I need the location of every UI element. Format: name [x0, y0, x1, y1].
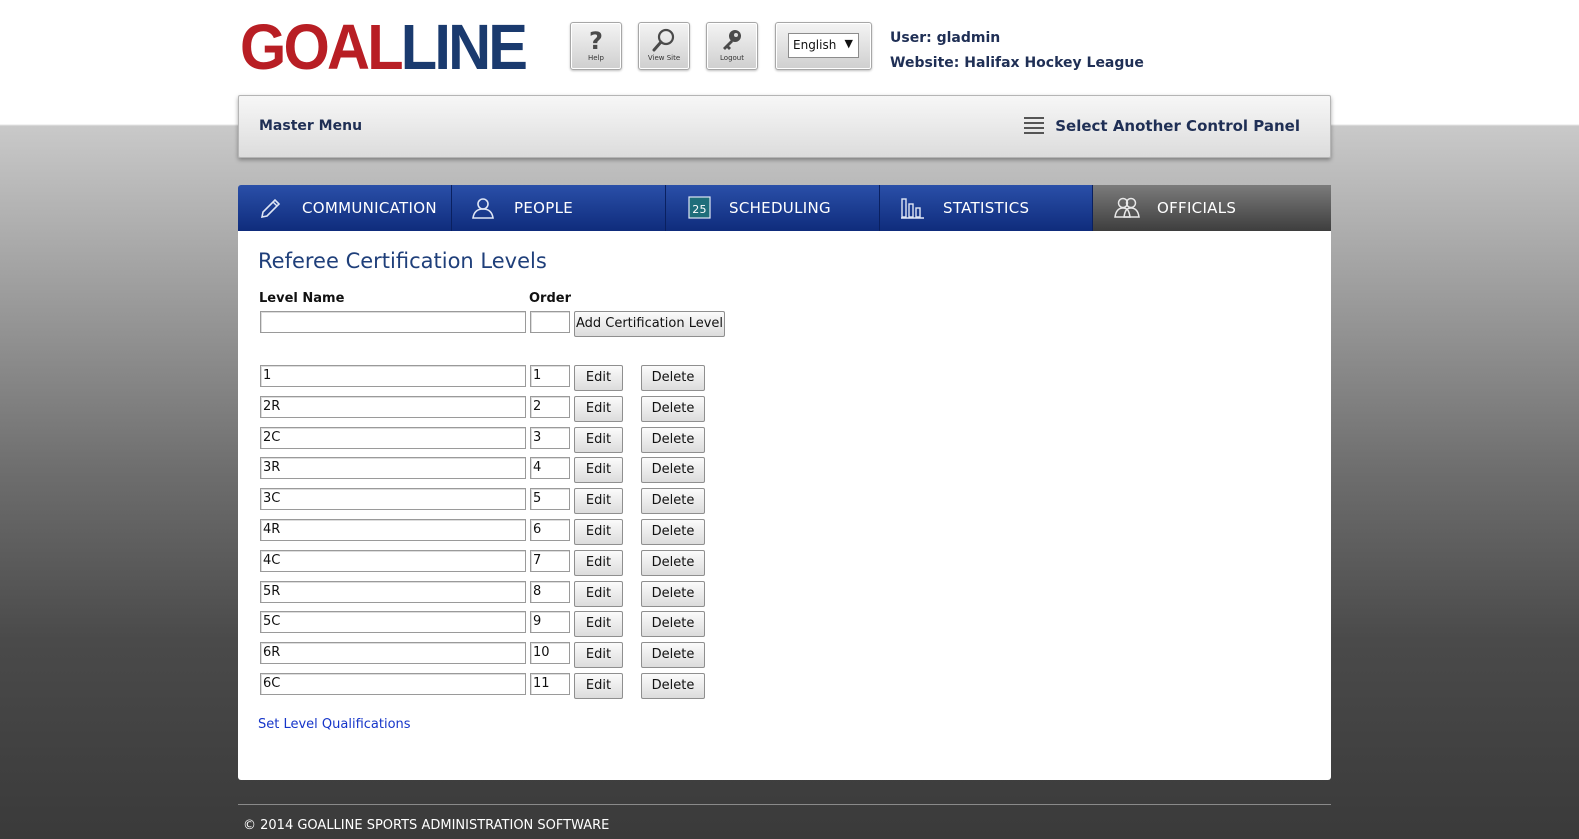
language-box: English ▼	[775, 22, 872, 70]
set-level-qualifications-link[interactable]: Set Level Qualifications	[258, 717, 411, 732]
add-certification-level-button[interactable]: Add Certification Level	[574, 311, 725, 337]
delete-button[interactable]: Delete	[641, 611, 705, 638]
logo-goal-text: GOAL	[240, 11, 404, 83]
level-order-input[interactable]: 7	[530, 549, 570, 572]
view-site-label: View Site	[647, 54, 681, 62]
edit-button[interactable]: Edit	[574, 611, 623, 638]
delete-button[interactable]: Delete	[641, 519, 705, 545]
level-name-input[interactable]: 6R	[260, 642, 526, 665]
delete-button[interactable]: Delete	[641, 642, 705, 669]
delete-button[interactable]: Delete	[641, 580, 705, 607]
level-order-input[interactable]: 10	[530, 642, 570, 665]
tab-statistics-label: STATISTICS	[943, 199, 1030, 217]
logout-label: Logout	[720, 54, 744, 62]
edit-button[interactable]: Edit	[574, 457, 623, 484]
level-order-input[interactable]: 4	[530, 457, 570, 480]
bar-chart-icon	[900, 195, 926, 221]
edit-button[interactable]: Edit	[574, 395, 623, 422]
calendar-icon: 25	[687, 195, 713, 221]
delete-button[interactable]: Delete	[641, 457, 705, 484]
footer-copyright: © 2014 GOALLINE SPORTS ADMINISTRATION SO…	[243, 818, 610, 833]
edit-button[interactable]: Edit	[574, 642, 623, 669]
new-order-input[interactable]	[530, 311, 570, 333]
delete-button[interactable]: Delete	[641, 395, 705, 422]
tab-people-label: PEOPLE	[514, 199, 574, 217]
edit-button[interactable]: Edit	[574, 519, 623, 545]
person-icon	[470, 195, 496, 221]
tab-statistics[interactable]: STATISTICS	[880, 185, 1093, 231]
menu-lines-icon	[1024, 117, 1045, 135]
key-icon	[707, 23, 757, 54]
select-control-panel-button[interactable]: Select Another Control Panel	[1024, 117, 1300, 135]
edit-button[interactable]: Edit	[574, 426, 623, 453]
master-menu-bar: Master Menu Select Another Control Panel	[238, 95, 1331, 158]
level-name-input[interactable]: 1	[260, 365, 526, 387]
level-name-input[interactable]: 6C	[260, 673, 526, 695]
edit-button[interactable]: Edit	[574, 549, 623, 576]
level-order-input[interactable]: 3	[530, 426, 570, 449]
delete-button[interactable]: Delete	[641, 426, 705, 453]
level-name-input[interactable]: 4C	[260, 549, 526, 572]
master-menu-link[interactable]: Master Menu	[259, 118, 362, 134]
tab-officials-label: OFFICIALS	[1157, 199, 1237, 217]
officials-icon	[1113, 195, 1140, 221]
tab-officials[interactable]: OFFICIALS	[1093, 185, 1331, 231]
tab-scheduling[interactable]: 25 SCHEDULING	[666, 185, 880, 231]
tab-people[interactable]: PEOPLE	[452, 185, 666, 231]
edit-button[interactable]: Edit	[574, 673, 623, 699]
svg-text:25: 25	[692, 203, 707, 216]
level-name-input[interactable]: 2C	[260, 426, 526, 449]
level-order-input[interactable]: 2	[530, 395, 570, 418]
language-selected-value: English	[793, 38, 837, 52]
level-order-input[interactable]: 9	[530, 611, 570, 634]
select-control-panel-label: Select Another Control Panel	[1055, 117, 1300, 135]
edit-button[interactable]: Edit	[574, 365, 623, 391]
svg-text:?: ?	[589, 27, 603, 53]
delete-button[interactable]: Delete	[641, 549, 705, 576]
delete-button[interactable]: Delete	[641, 365, 705, 391]
tab-communication-label: COMMUNICATION	[302, 199, 437, 217]
delete-button[interactable]: Delete	[641, 488, 705, 515]
content-panel: Referee Certification Levels Level Name …	[238, 231, 1331, 780]
question-icon: ?	[571, 23, 621, 55]
logout-button[interactable]: Logout	[706, 22, 758, 70]
level-name-header: Level Name	[259, 291, 345, 306]
user-info: User: gladmin Website: Halifax Hockey Le…	[890, 26, 1144, 76]
tab-scheduling-label: SCHEDULING	[729, 199, 831, 217]
tab-communication[interactable]: COMMUNICATION	[238, 185, 452, 231]
level-name-input[interactable]: 3R	[260, 457, 526, 480]
order-header: Order	[529, 291, 571, 306]
level-order-input[interactable]: 11	[530, 673, 570, 695]
level-name-input[interactable]: 4R	[260, 519, 526, 541]
help-button[interactable]: ? Help	[570, 22, 622, 70]
level-name-input[interactable]: 5C	[260, 611, 526, 634]
edit-button[interactable]: Edit	[574, 488, 623, 515]
footer-divider	[238, 804, 1331, 805]
help-label: Help	[588, 54, 604, 62]
language-select[interactable]: English ▼	[788, 33, 859, 58]
pencil-icon	[258, 195, 284, 221]
delete-button[interactable]: Delete	[641, 673, 705, 699]
edit-button[interactable]: Edit	[574, 580, 623, 607]
level-name-input[interactable]: 3C	[260, 488, 526, 511]
logo-line-text: LINE	[400, 11, 528, 83]
dropdown-arrow-icon: ▼	[844, 37, 853, 50]
user-line: User: gladmin	[890, 30, 1001, 46]
level-order-input[interactable]: 8	[530, 580, 570, 603]
website-line: Website: Halifax Hockey League	[890, 55, 1144, 71]
level-order-input[interactable]: 6	[530, 519, 570, 541]
goalline-logo[interactable]: GOALLINE	[240, 15, 528, 79]
level-name-input[interactable]: 5R	[260, 580, 526, 603]
magnifier-icon	[639, 23, 689, 54]
new-level-name-input[interactable]	[260, 311, 526, 333]
main-nav: COMMUNICATION PEOPLE 25 SCHEDULING STATI…	[238, 185, 1331, 231]
level-order-input[interactable]: 5	[530, 488, 570, 511]
level-order-input[interactable]: 1	[530, 365, 570, 387]
page-title: Referee Certification Levels	[258, 249, 547, 273]
view-site-button[interactable]: View Site	[638, 22, 690, 70]
level-name-input[interactable]: 2R	[260, 395, 526, 418]
